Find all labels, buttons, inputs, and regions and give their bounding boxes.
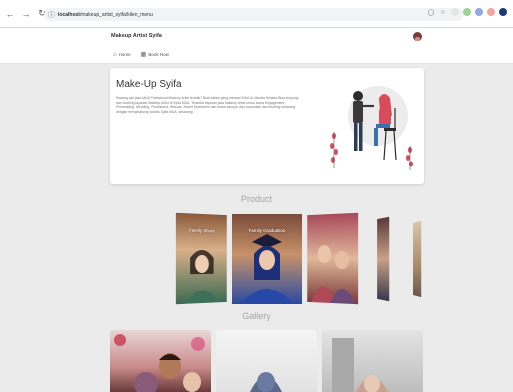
puzzle-icon[interactable]	[487, 8, 495, 16]
extension-icon[interactable]	[463, 8, 471, 16]
gallery-photo	[114, 334, 205, 392]
avatar[interactable]	[413, 32, 422, 41]
product-photo	[310, 245, 357, 305]
menu-item-book-now[interactable]: ▦ Book Now	[141, 51, 169, 58]
arrow-left-icon[interactable]: ←	[4, 8, 16, 20]
hero-description: Sedang cari jasa MUA Profesional Makeup …	[116, 96, 299, 114]
product-card-label	[377, 231, 389, 233]
brand-name[interactable]: Makeup Artist Syifa	[111, 33, 162, 39]
star-icon[interactable]: ☆	[439, 8, 447, 16]
extensions-area: ◯ ☆	[427, 8, 507, 16]
profile-icon[interactable]	[499, 8, 507, 16]
product-carousel: Family Shoot Family Graduation	[0, 212, 513, 305]
home-icon: ⌂	[113, 51, 117, 58]
calendar-icon: ▦	[140, 52, 147, 58]
gallery-photo	[250, 372, 282, 392]
gallery-section-title: Gallery	[242, 311, 271, 321]
menu-item-label: Home	[118, 52, 131, 57]
gallery-photo	[332, 338, 388, 392]
main-menu: ⌂ Home ▦ Book Now	[113, 51, 169, 59]
hero-title: Make-Up Syifa	[116, 79, 182, 90]
extension-icon[interactable]	[451, 8, 459, 16]
product-section-title: Product	[240, 194, 273, 204]
site-header: Makeup Artist Syifa ⌂ Home ▦ Book Now	[0, 28, 513, 64]
arrow-right-icon[interactable]: →	[20, 8, 32, 20]
product-card[interactable]	[307, 212, 359, 305]
extension-icon[interactable]	[475, 8, 483, 16]
product-card-label: Family Graduation	[248, 228, 286, 233]
gallery-grid	[0, 330, 513, 392]
zoom-icon[interactable]: ◯	[427, 8, 435, 16]
menu-item-home[interactable]: ⌂ Home	[113, 51, 131, 58]
url-text: localhost/makeup_artist_syifa/klien_menu	[58, 11, 153, 18]
info-icon[interactable]: ⓘ	[48, 10, 55, 20]
product-card[interactable]	[413, 220, 422, 298]
makeup-artist-illustration	[330, 86, 413, 170]
browser-toolbar: ← → ↻ ⓘ localhost/makeup_artist_syifa/kl…	[0, 0, 513, 28]
address-bar[interactable]: ⓘ localhost/makeup_artist_syifa/klien_me…	[44, 8, 464, 21]
gallery-image[interactable]	[216, 330, 317, 392]
hero-card: Make-Up Syifa Sedang cari jasa MUA Profe…	[110, 68, 424, 184]
product-card[interactable]: Family Graduation	[232, 214, 302, 304]
menu-item-label: Book Now	[148, 52, 169, 57]
gallery-image[interactable]	[322, 330, 423, 392]
gallery-image[interactable]	[110, 330, 211, 392]
product-card-label	[413, 235, 421, 236]
product-card[interactable]	[377, 216, 390, 302]
product-card[interactable]: Family Shoot	[175, 212, 227, 305]
